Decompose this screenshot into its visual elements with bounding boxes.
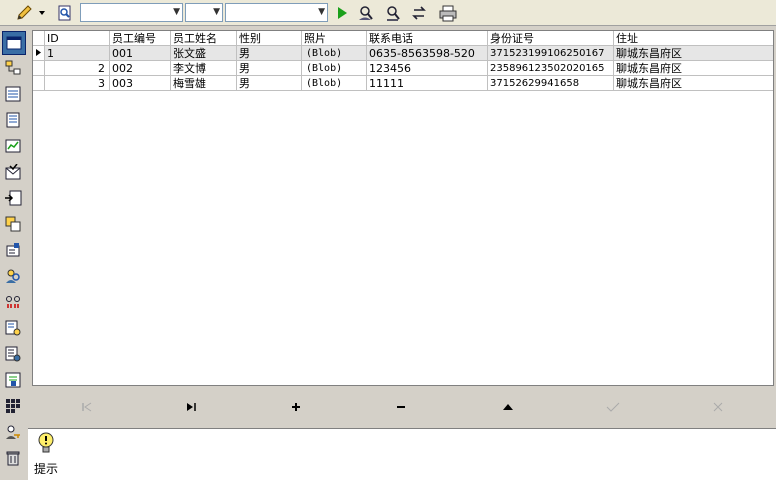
list-view-icon[interactable] — [2, 83, 24, 105]
data-grid[interactable]: ID 员工编号 员工姓名 性别 照片 联系电话 身份证号 住址 1 001 张文… — [32, 30, 774, 386]
compare-icon[interactable] — [2, 291, 24, 313]
cell-gender[interactable]: 男 — [237, 46, 302, 61]
print-icon[interactable] — [438, 3, 458, 23]
first-record-icon[interactable] — [72, 397, 102, 417]
cell-photo[interactable]: (Blob) — [302, 61, 367, 76]
cell-id-card[interactable]: 235896123502020165 — [488, 61, 614, 76]
cell-phone[interactable]: 11111 — [367, 76, 488, 91]
record-navigator — [32, 387, 774, 425]
cell-emp-name[interactable]: 梅雪雄 — [171, 76, 237, 91]
header-indicator — [33, 31, 45, 46]
cell-id[interactable]: 2 — [45, 61, 110, 76]
value-select[interactable]: ▼ — [225, 3, 328, 22]
grid-header-row: ID 员工编号 员工姓名 性别 照片 联系电话 身份证号 住址 — [33, 31, 773, 46]
cell-id[interactable]: 3 — [45, 76, 110, 91]
cell-photo[interactable]: (Blob) — [302, 46, 367, 61]
row-indicator — [33, 76, 45, 91]
column-header-phone[interactable]: 联系电话 — [367, 31, 488, 46]
column-header-id[interactable]: ID — [45, 31, 110, 46]
current-row-indicator — [33, 46, 45, 61]
mail-check-icon[interactable] — [2, 161, 24, 183]
table-row[interactable]: 3 003 梅雪雄 男 (Blob) 11111 37152629941658 … — [33, 76, 773, 91]
cell-emp-name[interactable]: 张文盛 — [171, 46, 237, 61]
edit-record-icon[interactable] — [493, 397, 523, 417]
hint-label: 提示 — [34, 462, 59, 476]
grid-layout-icon[interactable] — [2, 395, 24, 417]
import-icon[interactable] — [2, 187, 24, 209]
column-header-photo[interactable]: 照片 — [302, 31, 367, 46]
field-select[interactable]: ▼ — [80, 3, 183, 22]
toolbar: ▼ ▼ ▼ — [0, 0, 776, 26]
cell-photo[interactable]: (Blob) — [302, 76, 367, 91]
lightbulb-icon — [36, 431, 56, 458]
cell-id-card[interactable]: 37152629941658 — [488, 76, 614, 91]
filter-user-icon[interactable] — [383, 3, 403, 23]
edit-pencil-icon[interactable] — [14, 3, 34, 23]
cell-address[interactable]: 聊城东昌府区 — [614, 61, 773, 76]
cell-address[interactable]: 聊城东昌府区 — [614, 46, 773, 61]
report-settings-icon[interactable] — [2, 317, 24, 339]
insert-record-icon[interactable] — [281, 397, 311, 417]
form-view-icon[interactable] — [2, 31, 26, 55]
row-indicator — [33, 61, 45, 76]
table-row[interactable]: 1 001 张文盛 男 (Blob) 0635-8563598-520 3715… — [33, 46, 773, 61]
cell-emp-no[interactable]: 003 — [110, 76, 171, 91]
last-record-icon[interactable] — [176, 397, 206, 417]
hint-tab[interactable]: 提示 — [28, 429, 64, 479]
column-header-emp-no[interactable]: 员工编号 — [110, 31, 171, 46]
copy-records-icon[interactable] — [2, 213, 24, 235]
user-search-icon[interactable] — [2, 265, 24, 287]
cell-gender[interactable]: 男 — [237, 61, 302, 76]
settings-panel-icon[interactable] — [2, 239, 24, 261]
delete-record-icon[interactable] — [386, 397, 416, 417]
run-play-icon[interactable] — [332, 3, 352, 23]
tree-structure-icon[interactable] — [2, 57, 24, 79]
hint-panel: 提示 — [28, 428, 776, 480]
cell-gender[interactable]: 男 — [237, 76, 302, 91]
user-key-icon[interactable] — [2, 421, 24, 443]
trash-icon[interactable] — [2, 447, 24, 469]
chevron-down-icon: ▼ — [318, 7, 325, 17]
cell-emp-name[interactable]: 李文博 — [171, 61, 237, 76]
cell-phone[interactable]: 0635-8563598-520 — [367, 46, 488, 61]
row-pointer-icon — [36, 49, 41, 56]
find-user-icon[interactable] — [356, 3, 376, 23]
cell-emp-no[interactable]: 002 — [110, 61, 171, 76]
cell-id-card[interactable]: 371523199106250167 — [488, 46, 614, 61]
cell-address[interactable]: 聊城东昌府区 — [614, 76, 773, 91]
left-sidebar — [0, 27, 28, 480]
operator-select[interactable]: ▼ — [185, 3, 223, 22]
cancel-record-icon[interactable] — [703, 397, 733, 417]
column-header-gender[interactable]: 性别 — [237, 31, 302, 46]
export-data-icon[interactable] — [2, 369, 24, 391]
chevron-down-icon: ▼ — [173, 7, 180, 17]
dropdown-arrow-icon[interactable] — [36, 3, 48, 23]
table-row[interactable]: 2 002 李文博 男 (Blob) 123456 23589612350202… — [33, 61, 773, 76]
chevron-down-icon: ▼ — [213, 7, 220, 17]
search-doc-icon[interactable] — [55, 3, 75, 23]
chart-icon[interactable] — [2, 135, 24, 157]
column-header-emp-name[interactable]: 员工姓名 — [171, 31, 237, 46]
cell-emp-no[interactable]: 001 — [110, 46, 171, 61]
column-header-address[interactable]: 住址 — [614, 31, 773, 46]
cell-id[interactable]: 1 — [45, 46, 110, 61]
refresh-icon[interactable] — [409, 3, 429, 23]
column-header-id-card[interactable]: 身份证号 — [488, 31, 614, 46]
cell-phone[interactable]: 123456 — [367, 61, 488, 76]
post-record-icon[interactable] — [598, 397, 628, 417]
document-icon[interactable] — [2, 109, 24, 131]
report-list-icon[interactable] — [2, 343, 24, 365]
